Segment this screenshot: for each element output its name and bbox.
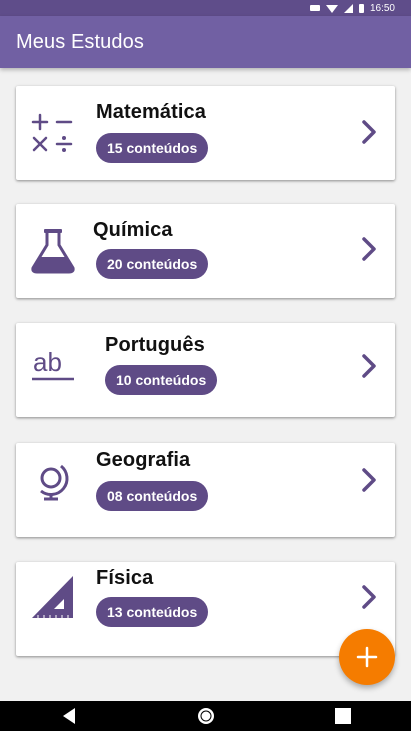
chevron-right-icon bbox=[359, 351, 379, 381]
add-subject-button[interactable] bbox=[339, 629, 395, 685]
subject-title: Química bbox=[93, 219, 173, 241]
message-icon bbox=[309, 5, 320, 11]
back-triangle-icon bbox=[62, 708, 75, 724]
back-button[interactable] bbox=[54, 701, 84, 731]
wifi-icon bbox=[325, 5, 338, 13]
navigation-bar bbox=[0, 701, 411, 731]
text-ab-icon: ab bbox=[28, 340, 78, 390]
recents-square-icon bbox=[334, 708, 351, 724]
subject-title: Geografia bbox=[96, 449, 191, 471]
battery-icon bbox=[358, 3, 364, 13]
signal-icon bbox=[343, 3, 353, 13]
plus-icon bbox=[356, 646, 378, 668]
svg-text:ab: ab bbox=[33, 347, 62, 377]
content-count-badge: 15 conteúdos bbox=[96, 133, 209, 163]
flask-icon bbox=[28, 226, 78, 276]
status-time: 16:50 bbox=[369, 2, 395, 14]
subject-title: Português bbox=[105, 334, 205, 356]
status-bar: 16:50 bbox=[0, 0, 411, 16]
recents-button[interactable] bbox=[328, 701, 358, 731]
subject-title: Matemática bbox=[96, 101, 206, 123]
app-bar: Meus Estudos bbox=[0, 16, 411, 68]
content-count-badge: 20 conteúdos bbox=[96, 249, 209, 279]
content-count-badge: 08 conteúdos bbox=[96, 481, 209, 511]
content-count-badge: 10 conteúdos bbox=[105, 365, 218, 395]
app-title: Meus Estudos bbox=[16, 30, 144, 53]
subject-card-quimica[interactable]: Química 20 conteúdos bbox=[16, 204, 395, 298]
chevron-right-icon bbox=[359, 117, 379, 147]
home-button[interactable] bbox=[191, 701, 221, 731]
subject-card-fisica[interactable]: Física 13 conteúdos bbox=[16, 562, 395, 656]
content-count-badge: 13 conteúdos bbox=[96, 597, 209, 627]
math-operators-icon bbox=[28, 108, 78, 158]
chevron-right-icon bbox=[359, 234, 379, 264]
subject-card-matematica[interactable]: Matemática 15 conteúdos bbox=[16, 86, 395, 180]
chevron-right-icon bbox=[359, 465, 379, 495]
subject-title: Física bbox=[96, 567, 154, 589]
chevron-right-icon bbox=[359, 582, 379, 612]
home-circle-icon bbox=[197, 708, 214, 724]
globe-icon bbox=[28, 456, 78, 506]
subject-card-portugues[interactable]: ab Português 10 conteúdos bbox=[16, 323, 395, 417]
screen: 16:50 Meus Estudos Matemática 15 conteúd… bbox=[0, 0, 411, 731]
set-square-icon bbox=[28, 572, 78, 622]
subject-card-geografia[interactable]: Geografia 08 conteúdos bbox=[16, 443, 395, 537]
